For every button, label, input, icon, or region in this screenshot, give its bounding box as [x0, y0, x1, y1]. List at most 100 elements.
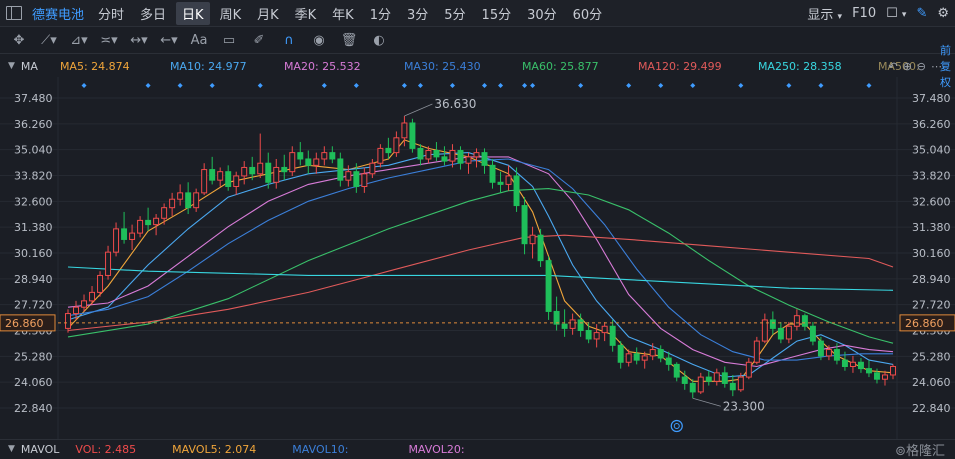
candle-body: [225, 171, 232, 188]
period-tab[interactable]: 多日: [134, 2, 172, 25]
period-tab[interactable]: 3分: [401, 2, 434, 25]
trash-icon[interactable]: 🗑: [338, 33, 360, 48]
candle-body: [721, 372, 728, 384]
candle-body: [401, 122, 408, 139]
period-tab[interactable]: 季K: [289, 2, 323, 25]
f10-button[interactable]: F10: [852, 6, 876, 21]
text-tool[interactable]: Aa: [188, 33, 210, 48]
pattern-tool-icon[interactable]: ≍▾: [98, 33, 120, 48]
candle-body: [145, 219, 152, 226]
event-marker-icon: [658, 83, 664, 88]
y-tick-label-right: 30.160: [912, 247, 951, 260]
candle-body: [785, 325, 792, 340]
candle-body: [337, 158, 344, 181]
stock-name[interactable]: 德赛电池: [32, 4, 84, 23]
candle-body: [201, 169, 208, 194]
ma-items: MA5: 24.874 MA10: 24.977 MA20: 25.532 MA30:…: [60, 60, 946, 73]
candle-body: [361, 173, 368, 188]
period-tab[interactable]: 5分: [438, 2, 471, 25]
candle-body: [665, 357, 672, 365]
candle-body: [297, 152, 304, 160]
collapse-icon[interactable]: ▼: [8, 61, 15, 71]
ma-legend-item: MA60: 25.877: [521, 59, 599, 73]
current-price-text-left: 26.860: [5, 317, 44, 330]
undo-icon[interactable]: ↶: [888, 60, 902, 73]
candle-body: [505, 175, 512, 185]
y-tick-label-right: 28.940: [912, 273, 951, 286]
y-tick-label-left: 22.840: [14, 402, 53, 415]
candle-body: [705, 376, 712, 382]
candle-body: [833, 349, 840, 361]
candle-body: [601, 325, 608, 334]
candle-body: [529, 234, 536, 245]
y-tick-label-right: 25.280: [912, 350, 951, 363]
event-marker-icon: [498, 83, 504, 88]
toggle-icon[interactable]: ◐: [368, 33, 390, 48]
candle-body: [281, 166, 288, 173]
period-tab[interactable]: 年K: [326, 2, 360, 25]
candle-body: [257, 162, 264, 175]
candle-body: [617, 344, 624, 363]
ma-line-ma20: [67, 156, 894, 368]
crosshair-move-icon[interactable]: ✥: [8, 33, 30, 48]
measure-tool-icon[interactable]: ↔▾: [128, 33, 150, 48]
ma-label: MA: [20, 59, 38, 73]
candle-body: [65, 313, 71, 329]
y-tick-label-left: 31.380: [14, 221, 53, 234]
collapse-icon[interactable]: ▼: [8, 444, 15, 454]
eye-icon[interactable]: ◉: [308, 33, 330, 48]
candle-body: [137, 219, 144, 234]
candle-body: [625, 353, 632, 363]
y-tick-label-right: 33.820: [912, 170, 951, 183]
event-marker-icon: [522, 83, 528, 88]
y-tick-label-left: 32.600: [14, 195, 53, 208]
period-tab[interactable]: 30分: [521, 2, 563, 25]
candle-body: [449, 150, 456, 162]
zoom-out-icon[interactable]: ⊖: [917, 60, 931, 73]
candle-body: [681, 376, 688, 384]
period-tab[interactable]: 15分: [476, 2, 518, 25]
candle-body: [585, 330, 592, 340]
y-tick-label-left: 35.040: [14, 144, 53, 157]
candle-body: [241, 166, 248, 177]
annotation-leader: [404, 103, 433, 117]
y-tick-label-left: 27.720: [14, 299, 53, 312]
watermark-text: 格隆汇: [905, 443, 945, 459]
period-tab[interactable]: 周K: [214, 2, 248, 25]
line-tool-icon[interactable]: ⟋▾: [38, 33, 60, 48]
candle-body: [313, 158, 320, 166]
ma-legend: ▼ MA MA5: 24.874 MA10: 24.977 MA20: 25.532…: [0, 44, 955, 89]
candle-body: [857, 361, 864, 370]
ma-legend-item: MA120: 29.499: [637, 59, 722, 73]
period-tab[interactable]: 日K: [176, 1, 210, 25]
magnet-icon[interactable]: ∩: [278, 33, 300, 48]
ma-legend-item: MA20: 25.532: [283, 59, 361, 73]
period-tab[interactable]: 分时: [92, 2, 130, 25]
period-tab[interactable]: 1分: [364, 2, 397, 25]
comment-icon[interactable]: ▭: [218, 33, 240, 48]
settings-icon[interactable]: ⚙: [937, 6, 949, 21]
pen-icon[interactable]: ✎: [916, 6, 927, 21]
channel-tool-icon[interactable]: ⊿▾: [68, 33, 90, 48]
zoom-in-icon[interactable]: ⊕: [903, 60, 917, 73]
candle-body: [121, 228, 128, 240]
candle-body: [521, 205, 528, 245]
display-dropdown[interactable]: 显示 ▾: [807, 4, 842, 23]
info-circle-inner: [673, 423, 680, 429]
layout-dropdown[interactable]: ☐ ▾: [886, 6, 906, 21]
period-tab[interactable]: 60分: [567, 2, 609, 25]
arrow-tool-icon[interactable]: ←▾: [158, 33, 180, 48]
mavol5-value: MAVOL5: 2.074: [172, 442, 257, 456]
period-tab[interactable]: 月K: [251, 2, 285, 25]
candle-body: [769, 319, 776, 329]
more-icon[interactable]: ⋯: [931, 60, 947, 73]
eraser-icon[interactable]: ✐: [248, 33, 270, 48]
event-marker-icon: [401, 83, 407, 88]
ma-line-ma10: [67, 152, 894, 378]
sidebar-toggle-icon[interactable]: [6, 6, 22, 20]
kline-chart[interactable]: 37.480 37.480 36.260 36.260 35.040 35.040 33.8…: [0, 77, 955, 439]
chart-controls: ↶⊕⊖⋯: [888, 60, 947, 73]
event-marker-icon: [257, 83, 263, 88]
candle-body: [433, 150, 440, 158]
candle-body: [289, 152, 296, 173]
